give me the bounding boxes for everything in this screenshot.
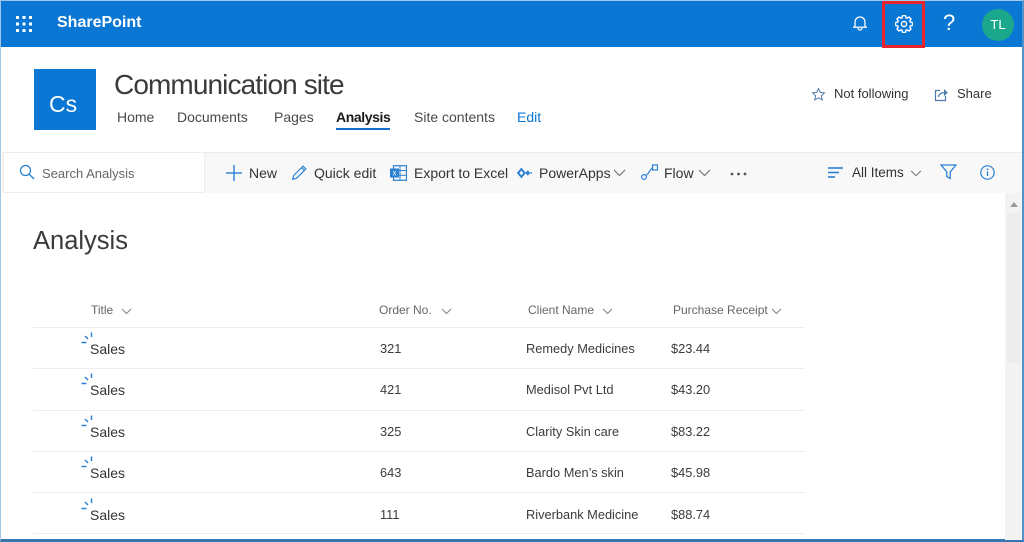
svg-text:x: x [393, 169, 397, 178]
